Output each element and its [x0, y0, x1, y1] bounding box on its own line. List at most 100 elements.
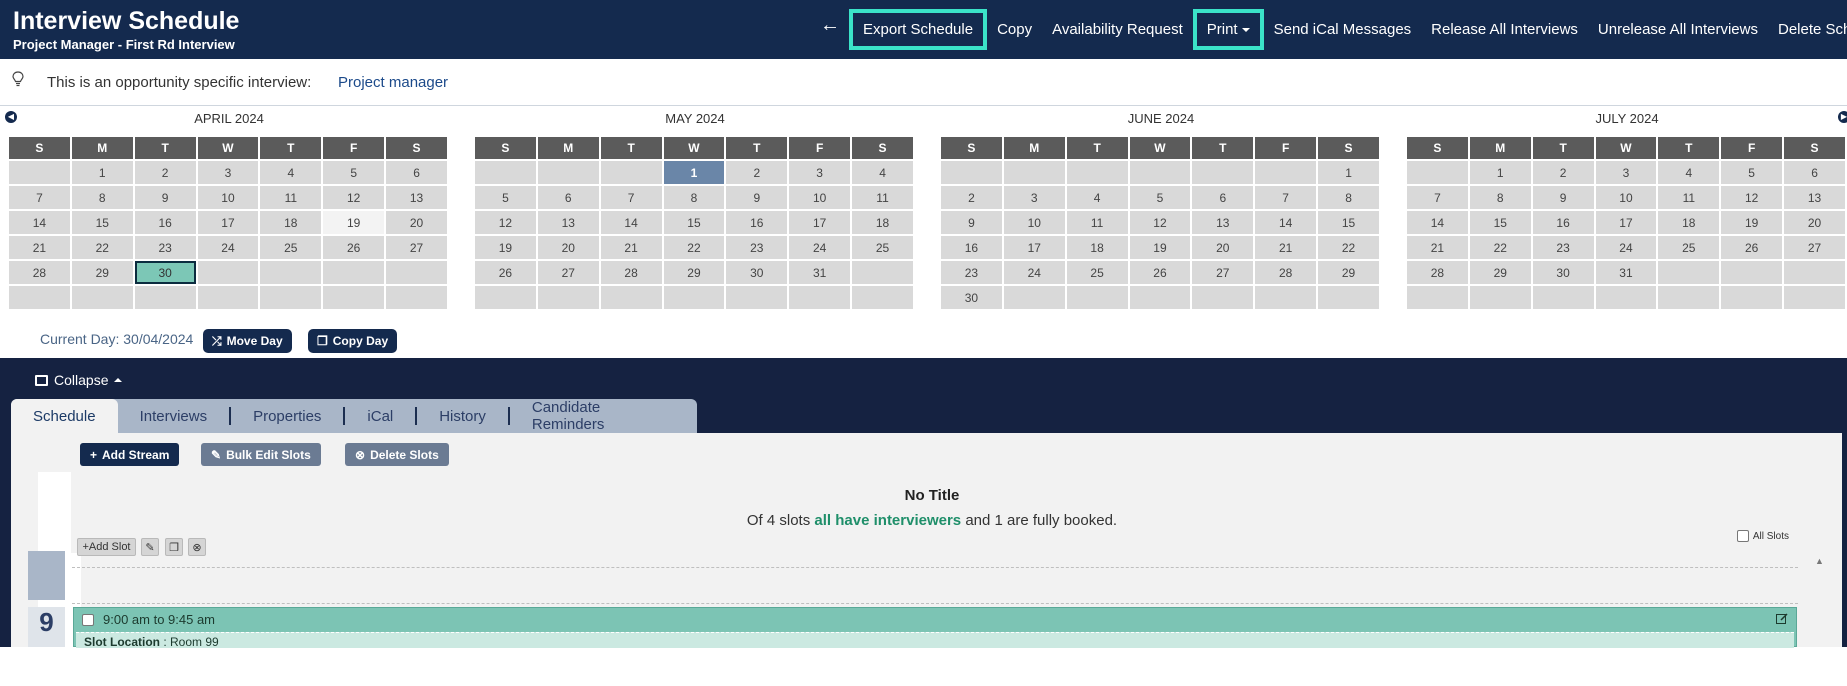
calendar-day[interactable]: 1: [71, 161, 133, 184]
calendar-day[interactable]: 24: [197, 236, 259, 259]
calendar-day[interactable]: 17: [1003, 236, 1065, 259]
calendar-day[interactable]: 17: [197, 211, 259, 234]
calendar-day[interactable]: 16: [1532, 211, 1594, 234]
calendar-day[interactable]: 23: [726, 236, 788, 259]
calendar-day[interactable]: 23: [134, 236, 196, 259]
calendar-day[interactable]: 23: [1532, 236, 1594, 259]
collapse-toggle[interactable]: Collapse: [35, 372, 123, 388]
calendar-day[interactable]: 16: [134, 211, 196, 234]
calendar-day[interactable]: 21: [600, 236, 662, 259]
tab-history[interactable]: History: [417, 399, 508, 433]
calendar-day[interactable]: 7: [9, 186, 70, 209]
calendar-day[interactable]: 22: [663, 236, 725, 259]
calendar-day[interactable]: 27: [537, 261, 599, 284]
calendar-day[interactable]: 9: [726, 186, 788, 209]
calendar-day[interactable]: 9: [941, 211, 1002, 234]
copy-day-button[interactable]: ❐ Copy Day: [308, 329, 398, 353]
calendar-day[interactable]: 7: [1407, 186, 1468, 209]
calendar-day[interactable]: 22: [71, 236, 133, 259]
calendar-day[interactable]: 28: [9, 261, 70, 284]
calendar-day[interactable]: 11: [1066, 211, 1128, 234]
calendar-day[interactable]: 3: [789, 161, 851, 184]
calendar-day[interactable]: 3: [1003, 186, 1065, 209]
calendar-day[interactable]: 24: [1003, 261, 1065, 284]
delete-schedule-button[interactable]: Delete Schedule: [1768, 9, 1847, 50]
calendar-day[interactable]: 13: [386, 186, 447, 209]
calendar-day[interactable]: 11: [260, 186, 322, 209]
calendar-day[interactable]: 18: [1066, 236, 1128, 259]
bulk-edit-slots-button[interactable]: ✎ Bulk Edit Slots: [201, 443, 321, 466]
calendar-day[interactable]: 12: [1129, 211, 1191, 234]
calendar-day[interactable]: 8: [1318, 186, 1379, 209]
release-all-button[interactable]: Release All Interviews: [1421, 9, 1588, 50]
calendar-day[interactable]: 18: [852, 211, 913, 234]
calendar-day[interactable]: 25: [852, 236, 913, 259]
calendar-day[interactable]: 8: [71, 186, 133, 209]
calendar-day[interactable]: 24: [789, 236, 851, 259]
calendar-day[interactable]: 8: [663, 186, 725, 209]
calendar-day[interactable]: 26: [1721, 236, 1783, 259]
calendar-day[interactable]: 22: [1469, 236, 1531, 259]
add-stream-button[interactable]: + Add Stream: [80, 443, 180, 466]
calendar-day[interactable]: 21: [1407, 236, 1468, 259]
delete-slots-button[interactable]: ⊗ Delete Slots: [345, 443, 449, 466]
calendar-day[interactable]: 15: [71, 211, 133, 234]
calendar-day[interactable]: 17: [789, 211, 851, 234]
calendar-day[interactable]: 2: [941, 186, 1002, 209]
calendar-day[interactable]: 8: [1469, 186, 1531, 209]
edit-stream-icon[interactable]: ✎: [141, 538, 159, 556]
calendar-day[interactable]: 21: [1255, 236, 1317, 259]
calendar-day[interactable]: 15: [1469, 211, 1531, 234]
calendar-day[interactable]: 23: [941, 261, 1002, 284]
move-day-button[interactable]: ⤮ Move Day: [203, 329, 292, 353]
back-arrow-icon[interactable]: ←: [820, 14, 840, 37]
tab-interviews[interactable]: Interviews: [118, 399, 230, 433]
calendar-day[interactable]: 26: [1129, 261, 1191, 284]
calendar-day[interactable]: 31: [789, 261, 851, 284]
calendar-day[interactable]: 6: [1192, 186, 1254, 209]
scroll-up-icon[interactable]: ▲: [1815, 556, 1824, 566]
calendar-day[interactable]: 11: [1658, 186, 1720, 209]
calendar-day[interactable]: 9: [134, 186, 196, 209]
calendar-day[interactable]: 17: [1595, 211, 1657, 234]
availability-request-button[interactable]: Availability Request: [1042, 9, 1193, 50]
calendar-day[interactable]: 15: [1318, 211, 1379, 234]
tab-schedule[interactable]: Schedule: [11, 399, 118, 433]
calendar-day[interactable]: 5: [1129, 186, 1191, 209]
calendar-day[interactable]: 30: [1532, 261, 1594, 284]
calendar-day[interactable]: 14: [1407, 211, 1468, 234]
calendar-day[interactable]: 13: [1784, 186, 1845, 209]
calendar-day[interactable]: 30: [134, 261, 196, 284]
calendar-day[interactable]: 14: [9, 211, 70, 234]
tab-ical[interactable]: iCal: [345, 399, 415, 433]
calendar-day[interactable]: 30: [726, 261, 788, 284]
calendar-day[interactable]: 26: [475, 261, 536, 284]
calendar-day[interactable]: 27: [1192, 261, 1254, 284]
calendar-day[interactable]: 27: [1784, 236, 1845, 259]
calendar-day[interactable]: 4: [260, 161, 322, 184]
calendar-day[interactable]: 10: [1003, 211, 1065, 234]
calendar-day[interactable]: 20: [537, 236, 599, 259]
calendar-day[interactable]: 20: [1192, 236, 1254, 259]
calendar-day[interactable]: 31: [1595, 261, 1657, 284]
calendar-day[interactable]: 29: [1318, 261, 1379, 284]
calendar-day[interactable]: 24: [1595, 236, 1657, 259]
calendar-day[interactable]: 21: [9, 236, 70, 259]
calendar-day[interactable]: 19: [475, 236, 536, 259]
calendar-day[interactable]: 14: [1255, 211, 1317, 234]
interview-slot[interactable]: 9:00 am to 9:45 am Slot Location : Room …: [73, 607, 1797, 649]
all-slots-checkbox[interactable]: [1736, 530, 1749, 542]
slot-checkbox[interactable]: [82, 614, 94, 626]
calendar-day[interactable]: 29: [71, 261, 133, 284]
calendar-day[interactable]: 19: [1129, 236, 1191, 259]
calendar-day[interactable]: 9: [1532, 186, 1594, 209]
calendar-day[interactable]: 4: [1658, 161, 1720, 184]
calendar-day[interactable]: 27: [386, 236, 447, 259]
copy-button[interactable]: Copy: [987, 9, 1042, 50]
calendar-day[interactable]: 28: [1407, 261, 1468, 284]
calendar-day[interactable]: 10: [1595, 186, 1657, 209]
calendar-day[interactable]: 28: [1255, 261, 1317, 284]
calendar-day[interactable]: 2: [134, 161, 196, 184]
calendar-day[interactable]: 16: [726, 211, 788, 234]
calendar-day[interactable]: 18: [260, 211, 322, 234]
